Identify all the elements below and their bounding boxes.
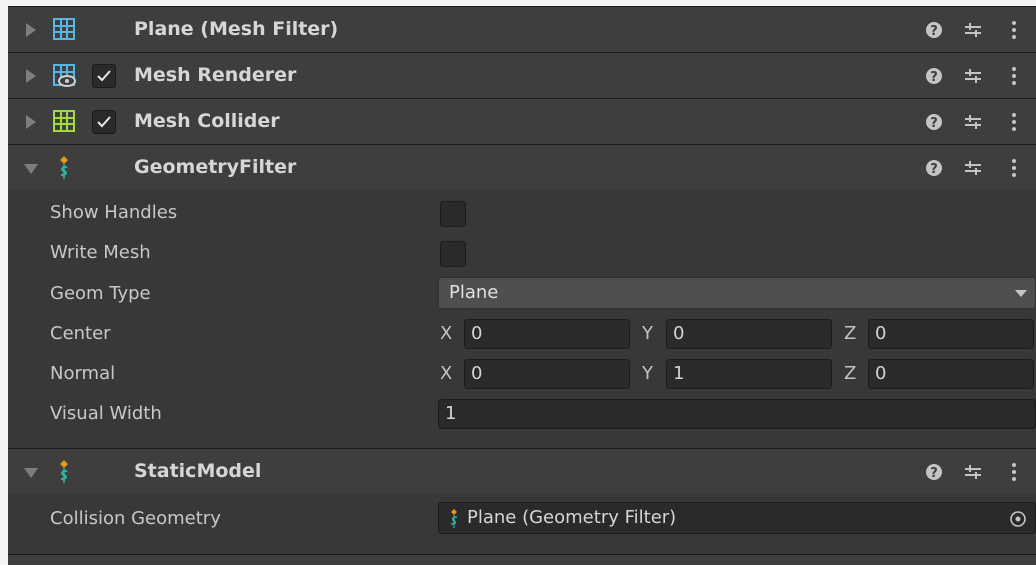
svg-text:?: ? [930,116,938,131]
mesh-renderer-icon [52,63,76,89]
svg-text:?: ? [930,466,938,481]
help-icon[interactable]: ? [924,66,944,86]
context-menu-icon[interactable] [1006,112,1022,132]
normal-y-axis-label[interactable]: Y [642,363,653,384]
collision-geometry-value: Plane (Geometry Filter) [467,507,677,528]
geom-type-label: Geom Type [50,283,151,304]
normal-z-field[interactable]: 0 [868,359,1034,389]
help-icon[interactable]: ? [924,20,944,40]
visual-width-field[interactable]: 1 [438,399,1036,429]
component-title: Plane (Mesh Filter) [134,18,339,40]
next-component-header[interactable] [8,554,1036,565]
geom-type-value: Plane [449,282,499,303]
context-menu-icon[interactable] [1006,158,1022,178]
center-x-axis-label[interactable]: X [440,323,452,344]
normal-z-axis-label[interactable]: Z [844,363,856,384]
normal-label: Normal [50,363,116,384]
context-menu-icon[interactable] [1006,462,1022,482]
script-icon [52,459,76,485]
script-icon [447,509,461,533]
normal-x-field[interactable]: 0 [464,359,630,389]
component-header-geometry-filter[interactable]: GeometryFilter ? [8,144,1036,190]
component-title: GeometryFilter [134,156,297,178]
script-icon [52,155,76,181]
center-x-field[interactable]: 0 [464,319,630,349]
component-title: Mesh Renderer [134,64,297,86]
presets-icon[interactable] [963,462,983,482]
center-z-axis-label[interactable]: Z [844,323,856,344]
center-label: Center [50,323,111,344]
center-z-field[interactable]: 0 [868,319,1034,349]
help-icon[interactable]: ? [924,158,944,178]
svg-text:?: ? [930,24,938,39]
context-menu-icon[interactable] [1006,66,1022,86]
component-header-mesh-collider[interactable]: Mesh Collider ? [8,98,1036,144]
show-handles-label: Show Handles [50,202,178,223]
presets-icon[interactable] [963,112,983,132]
foldout-expanded-icon[interactable] [24,468,38,478]
center-y-axis-label[interactable]: Y [642,323,653,344]
visual-width-label: Visual Width [50,403,162,424]
foldout-collapsed-icon[interactable] [26,115,36,129]
normal-x-axis-label[interactable]: X [440,363,452,384]
object-picker-icon[interactable] [1009,510,1027,532]
write-mesh-checkbox[interactable] [440,241,466,267]
foldout-collapsed-icon[interactable] [26,69,36,83]
component-title: StaticModel [134,460,262,482]
presets-icon[interactable] [963,20,983,40]
write-mesh-label: Write Mesh [50,242,151,263]
mesh-collider-icon [52,109,76,135]
foldout-collapsed-icon[interactable] [26,23,36,37]
help-icon[interactable]: ? [924,112,944,132]
component-header-mesh-filter[interactable]: Plane (Mesh Filter) ? [8,6,1036,52]
dropdown-arrow-icon [1015,290,1027,297]
component-title: Mesh Collider [134,110,280,132]
presets-icon[interactable] [963,158,983,178]
component-header-mesh-renderer[interactable]: Mesh Renderer ? [8,52,1036,98]
normal-y-field[interactable]: 1 [666,359,832,389]
svg-text:?: ? [930,162,938,177]
show-handles-checkbox[interactable] [440,201,466,227]
enabled-checkbox[interactable] [92,64,116,88]
enabled-checkbox[interactable] [92,110,116,134]
context-menu-icon[interactable] [1006,20,1022,40]
center-y-field[interactable]: 0 [666,319,832,349]
component-header-static-model[interactable]: StaticModel ? [8,448,1036,494]
inspector-panel: Plane (Mesh Filter) ? Mesh Renderer ? Me… [8,6,1036,565]
foldout-expanded-icon[interactable] [24,164,38,174]
presets-icon[interactable] [963,66,983,86]
svg-text:?: ? [930,70,938,85]
help-icon[interactable]: ? [924,462,944,482]
mesh-filter-icon [52,17,76,43]
geom-type-dropdown[interactable]: Plane [438,277,1036,309]
collision-geometry-field[interactable]: Plane (Geometry Filter) [438,502,1036,534]
collision-geometry-label: Collision Geometry [50,508,221,529]
